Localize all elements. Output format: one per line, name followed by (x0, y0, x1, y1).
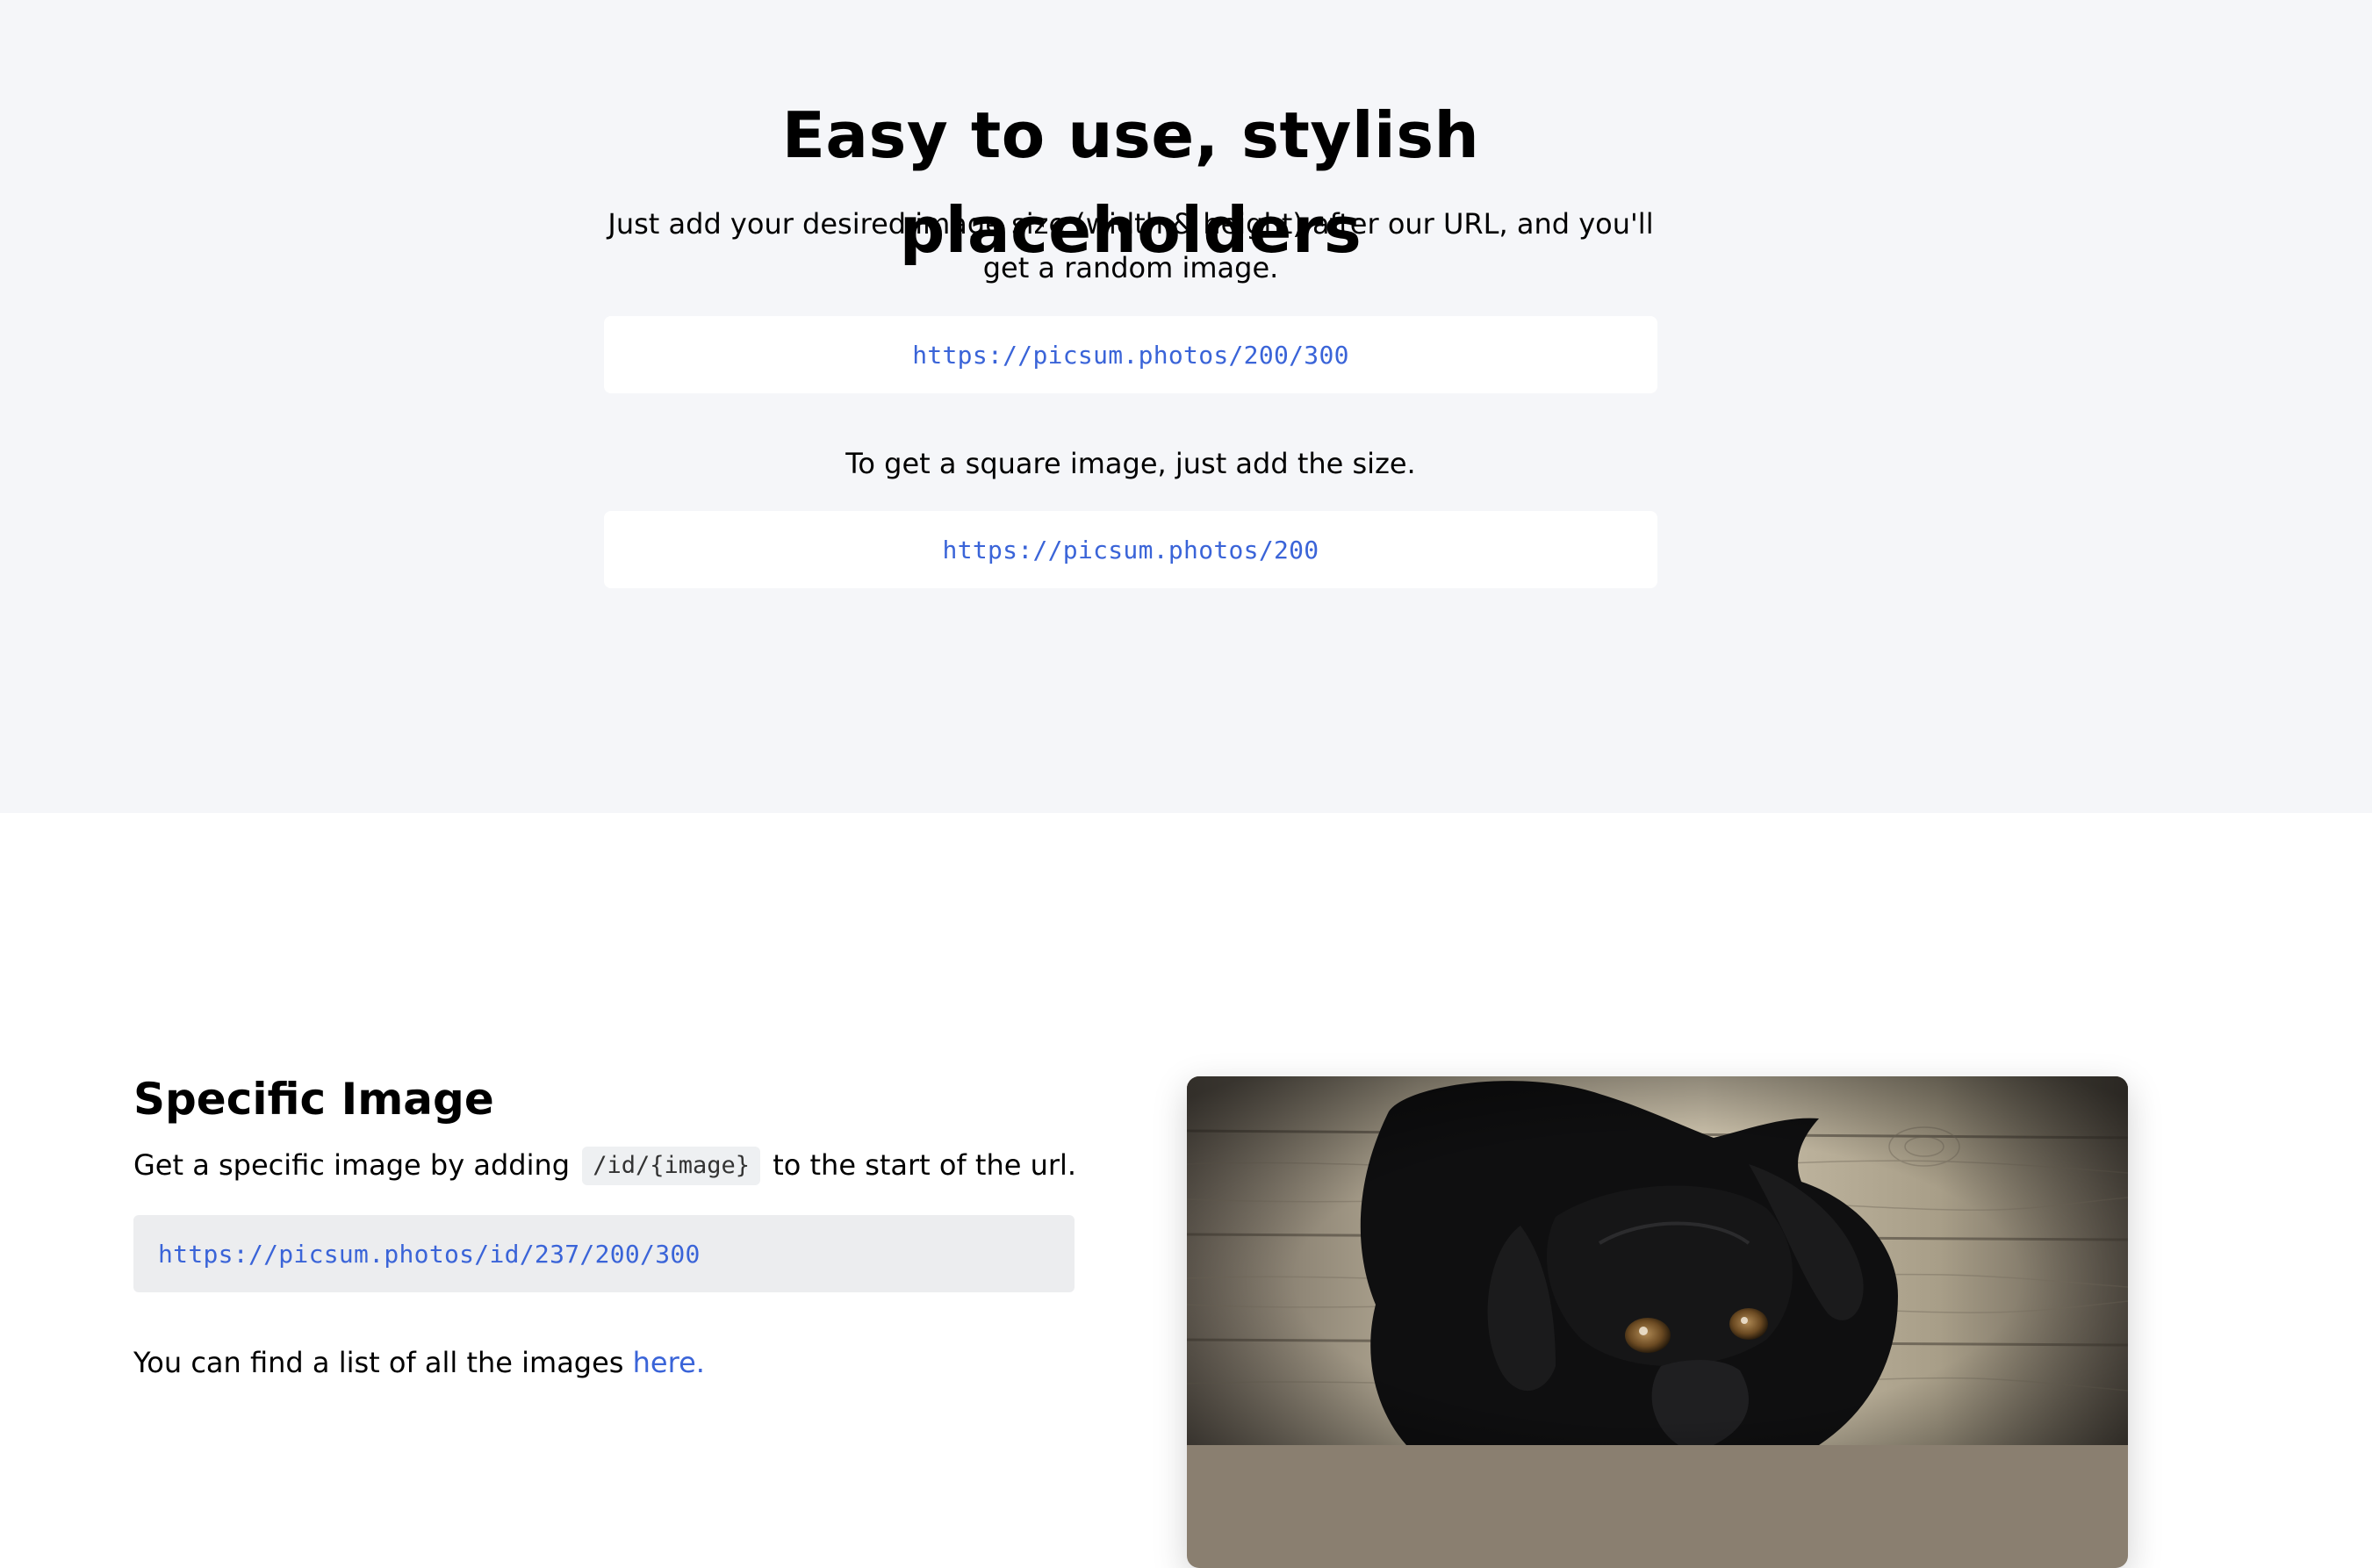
hero-section: Easy to use, stylish placeholders Just a… (0, 0, 2372, 813)
dog-photo (1187, 1076, 2128, 1568)
section-title: Specific Image (133, 1074, 494, 1125)
hero-square-text: To get a square image, just add the size… (845, 447, 1416, 480)
image-list-text: You can find a list of all the images he… (133, 1341, 705, 1385)
code-block-specific: https://picsum.photos/id/237/200/300 (133, 1215, 1075, 1292)
url-random[interactable]: https://picsum.photos/200/300 (912, 341, 1349, 370)
url-specific-example[interactable]: https://picsum.photos/id/237/200/300 (158, 1240, 701, 1269)
desc-before: Get a specific image by adding (133, 1148, 571, 1182)
dog-photo-illustration (1187, 1076, 2128, 1445)
image-list-link[interactable]: here. (633, 1346, 705, 1379)
url-box-square: https://picsum.photos/200 (604, 511, 1657, 588)
url-box-random: https://picsum.photos/200/300 (604, 316, 1657, 393)
hero-lead-text: Just add your desired image size (width … (607, 207, 1654, 284)
desc-after: to the start of the url. (773, 1148, 1077, 1182)
list-text: You can find a list of all the images (133, 1346, 624, 1379)
section-description: Get a specific image by adding /id/{imag… (133, 1143, 1076, 1187)
inline-code-id: /id/{image} (582, 1147, 761, 1185)
url-square[interactable]: https://picsum.photos/200 (943, 536, 1319, 565)
